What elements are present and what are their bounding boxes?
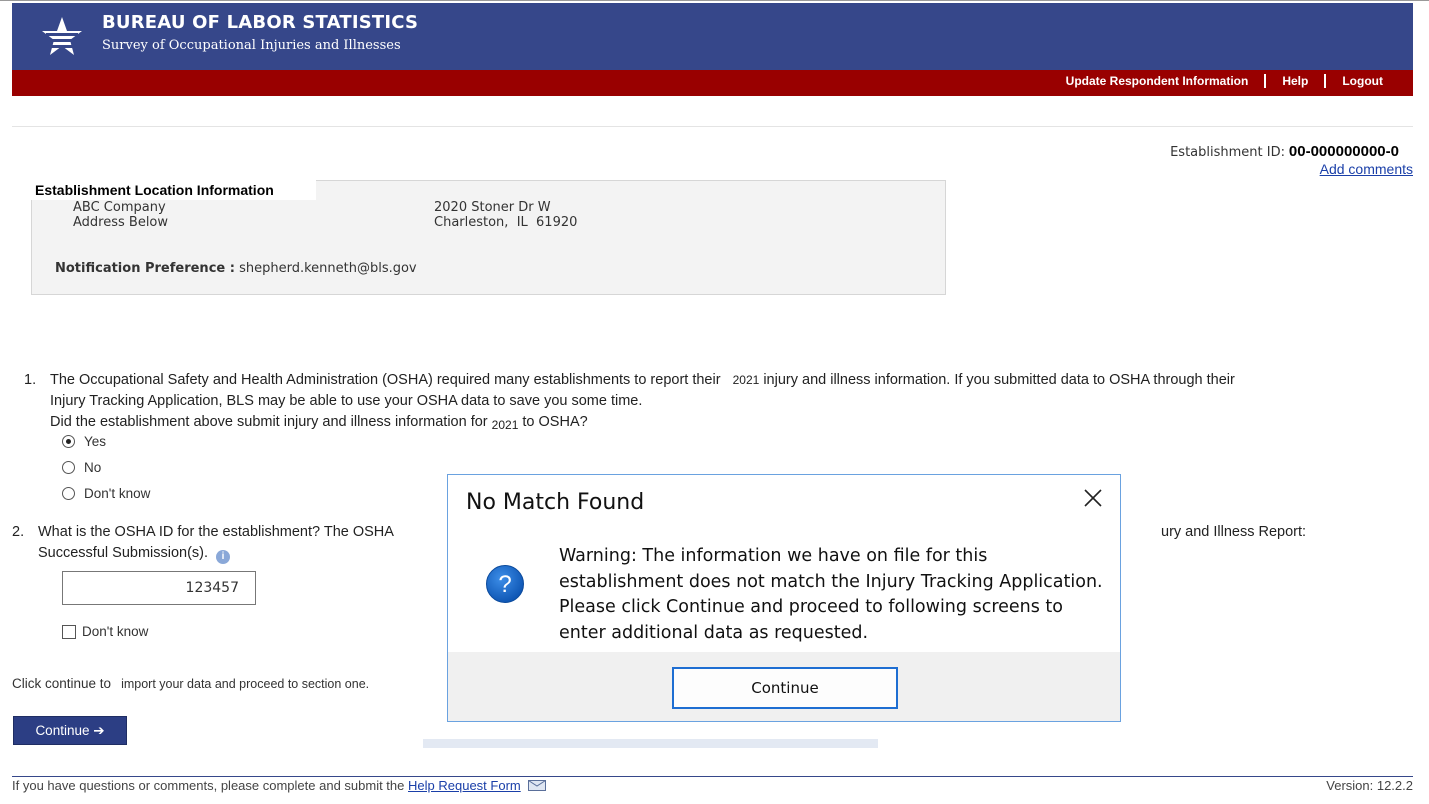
radio-option-dont-know[interactable]: Don't know	[62, 486, 150, 501]
address-note: Address Below	[73, 215, 169, 230]
header-banner: BUREAU OF LABOR STATISTICS Survey of Occ…	[12, 3, 1413, 70]
city-state-zip: Charleston, IL 61920	[434, 215, 578, 230]
question-1-line-3-year: 2021	[491, 418, 519, 432]
radio-label-yes: Yes	[84, 434, 107, 449]
continue-instructions-rest: import your data and proceed to section …	[121, 677, 370, 691]
radio-button-dont-know[interactable]	[62, 487, 75, 500]
dont-know-checkbox-row[interactable]: Don't know	[62, 624, 148, 639]
mail-icon[interactable]	[528, 780, 547, 791]
nav-links: Update Respondent Information Help Logou…	[1066, 74, 1383, 88]
radio-button-yes[interactable]	[62, 435, 75, 448]
osha-id-input[interactable]: 123457	[62, 571, 256, 605]
question-1-number: 1.	[24, 372, 37, 388]
footer-rule	[12, 776, 1413, 777]
close-icon[interactable]	[1082, 487, 1104, 509]
continue-instructions-start: Click continue to	[12, 676, 112, 691]
question-2-number: 2.	[12, 524, 25, 540]
bls-eagle-star-icon	[42, 17, 82, 55]
dont-know-label: Don't know	[82, 624, 149, 639]
help-link[interactable]: Help	[1282, 74, 1308, 88]
nav-separator	[1264, 74, 1267, 88]
add-comments-link[interactable]: Add comments	[1320, 161, 1413, 177]
no-match-dialog: No Match Found ? Warning: The informatio…	[447, 474, 1121, 722]
question-1-text-rest: injury and illness information. If you s…	[763, 372, 1235, 388]
radio-label-dont-know: Don't know	[84, 486, 151, 501]
dialog-message: Warning: The information we have on file…	[559, 546, 1103, 643]
radio-label-no: No	[84, 460, 102, 475]
radio-option-no[interactable]: No	[62, 460, 101, 475]
footer-text: If you have questions or comments, pleas…	[12, 778, 547, 793]
logout-link[interactable]: Logout	[1342, 74, 1383, 88]
notification-email: shepherd.kenneth@bls.gov	[239, 261, 417, 276]
establishment-id: Establishment ID: 00-000000000-0	[1170, 143, 1399, 160]
version-label: Version: 12.2.2	[1326, 778, 1413, 793]
radio-option-yes[interactable]: Yes	[62, 434, 106, 449]
survey-name: Survey of Occupational Injuries and Illn…	[102, 38, 401, 53]
question-2-text-start: What is the OSHA ID for the establishmen…	[38, 524, 394, 540]
question-2-line-2: Successful Submission(s). i	[38, 543, 231, 564]
radio-button-no[interactable]	[62, 461, 75, 474]
notification-preference: Notification Preference : shepherd.kenne…	[55, 261, 417, 276]
modal-backdrop-strip	[423, 739, 878, 748]
question-1-line-1: The Occupational Safety and Health Admin…	[50, 370, 1235, 391]
notification-label: Notification Preference :	[55, 261, 235, 276]
location-info-title: Establishment Location Information	[31, 180, 316, 200]
nav-bar: Update Respondent Information Help Logou…	[12, 70, 1413, 96]
dont-know-checkbox[interactable]	[62, 624, 76, 639]
question-2-text-end: ury and Illness Report:	[1161, 524, 1307, 540]
nav-separator	[1324, 74, 1327, 88]
dialog-title: No Match Found	[466, 490, 645, 515]
company-name: ABC Company	[73, 200, 166, 215]
question-icon: ?	[486, 565, 524, 603]
update-respondent-link[interactable]: Update Respondent Information	[1066, 74, 1249, 88]
question-1-line-3-start: Did the establishment above submit injur…	[50, 414, 488, 430]
question-1-year: 2021	[732, 373, 760, 387]
question-1-line-3-end: to OSHA?	[522, 414, 588, 430]
question-2-line-2-text: Successful Submission(s).	[38, 545, 209, 561]
continue-button[interactable]: Continue ➔	[13, 716, 127, 745]
divider	[12, 126, 1413, 127]
dialog-continue-button[interactable]: Continue	[672, 667, 898, 709]
question-1-line-3: Did the establishment above submit injur…	[50, 412, 588, 433]
info-icon[interactable]: i	[216, 550, 231, 564]
svg-text:?: ?	[498, 571, 511, 598]
dialog-footer: Continue	[448, 652, 1120, 721]
help-request-form-link[interactable]: Help Request Form	[408, 778, 521, 793]
question-1-line-2: Injury Tracking Application, BLS may be …	[50, 393, 643, 409]
establishment-id-value: 00-000000000-0	[1288, 143, 1399, 160]
agency-title: BUREAU OF LABOR STATISTICS	[102, 12, 419, 33]
street-address: 2020 Stoner Dr W	[434, 200, 551, 215]
footer-message: If you have questions or comments, pleas…	[12, 778, 405, 793]
question-1-text: The Occupational Safety and Health Admin…	[50, 372, 721, 388]
establishment-id-label: Establishment ID:	[1170, 145, 1285, 160]
continue-instructions: Click continue to import your data and pr…	[12, 676, 369, 691]
